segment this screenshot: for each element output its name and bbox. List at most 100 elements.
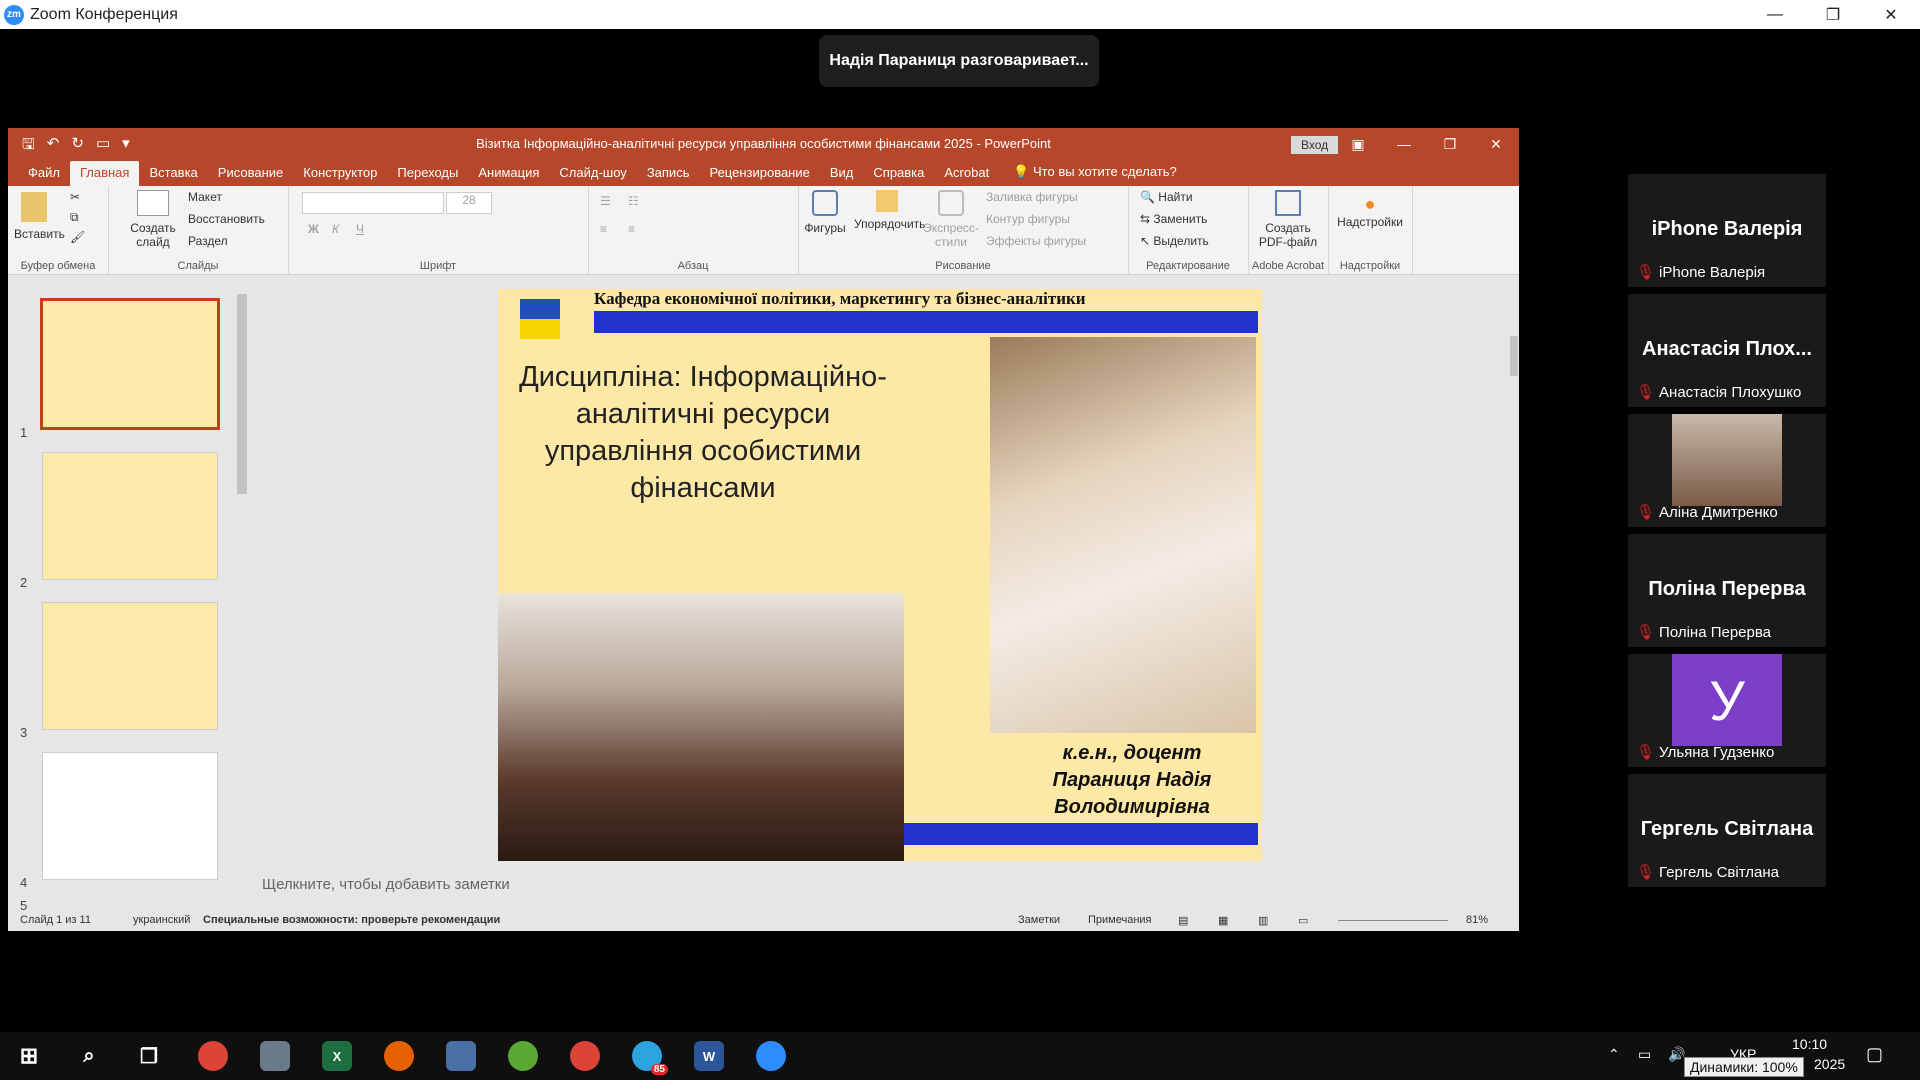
tab-transitions[interactable]: Переходы xyxy=(387,161,468,186)
paste-button[interactable]: Вставить xyxy=(14,192,65,241)
bullets-icon[interactable]: ☰ xyxy=(600,194,611,208)
windows-start-icon[interactable]: ⊞ xyxy=(14,1041,44,1071)
slide-caption: к.е.н., доцент Параниця Надія Володимирі… xyxy=(1052,742,1212,818)
tab-acrobat[interactable]: Acrobat xyxy=(934,161,999,186)
thumb-number: 3 xyxy=(20,725,28,740)
tab-help[interactable]: Справка xyxy=(863,161,934,186)
participant-tile[interactable]: 🎙 Аліна Дмитренко xyxy=(1628,414,1826,527)
notes-placeholder[interactable]: Щелкните, чтобы добавить заметки xyxy=(262,876,510,893)
tab-home[interactable]: Главная xyxy=(69,161,140,186)
participant-tile[interactable]: Анастасія Плох... 🎙 Анастасія Плохушко xyxy=(1628,294,1826,407)
slideshow-icon[interactable]: ▭ xyxy=(1298,914,1308,927)
search-icon[interactable]: ⌕ xyxy=(74,1041,104,1071)
decorative-wave-bottom xyxy=(904,823,1258,845)
reading-view-icon[interactable]: ▥ xyxy=(1258,914,1268,927)
replace-button[interactable]: ⇆ Заменить xyxy=(1140,212,1207,226)
shape-effects-button[interactable]: Эффекты фигуры xyxy=(986,234,1086,248)
slide-thumbnail-2[interactable] xyxy=(42,452,218,580)
copy-icon[interactable]: ⧉ xyxy=(70,210,79,225)
clock-year[interactable]: 2025 xyxy=(1814,1056,1845,1072)
torrent-icon[interactable] xyxy=(508,1041,538,1071)
section-button[interactable]: Раздел xyxy=(188,234,228,248)
participant-tile[interactable]: iPhone Валерія 🎙 iPhone Валерія xyxy=(1628,174,1826,287)
tray-chevron-icon[interactable]: ⌃ xyxy=(1608,1046,1620,1063)
slide-sorter-icon[interactable]: ▦ xyxy=(1218,914,1228,927)
restore-button[interactable]: ❐ xyxy=(1804,0,1862,29)
word-icon[interactable]: W xyxy=(694,1041,724,1071)
font-name-box[interactable] xyxy=(302,192,444,214)
tab-slideshow[interactable]: Слайд-шоу xyxy=(549,161,636,186)
bold-button[interactable]: Ж xyxy=(308,222,319,236)
zoom-slider[interactable] xyxy=(1338,920,1448,921)
slide-thumbnail-4[interactable] xyxy=(42,752,218,880)
select-button[interactable]: ↖ Выделить xyxy=(1140,234,1209,248)
numbering-icon[interactable]: ☷ xyxy=(628,194,639,208)
comments-toggle[interactable]: Примечания xyxy=(1088,914,1152,926)
battery-icon[interactable]: ▭ xyxy=(1638,1046,1651,1063)
notes-toggle[interactable]: Заметки xyxy=(1018,914,1060,926)
minimize-button[interactable]: — xyxy=(1746,0,1804,29)
font-size-box[interactable]: 28 xyxy=(446,192,492,214)
language-indicator[interactable]: украинский xyxy=(133,914,190,926)
zoom-taskbar-icon[interactable] xyxy=(756,1041,786,1071)
signin-button[interactable]: Вход xyxy=(1291,136,1339,154)
format-painter-icon[interactable]: 🖌 xyxy=(70,230,85,244)
shape-fill-button[interactable]: Заливка фигуры xyxy=(986,190,1078,204)
tab-draw[interactable]: Рисование xyxy=(208,161,293,186)
align-left-icon[interactable]: ≡ xyxy=(600,222,607,236)
new-slide-button[interactable]: Создать слайд xyxy=(128,190,178,249)
tab-review[interactable]: Рецензирование xyxy=(699,161,819,186)
addins-button[interactable]: ● Надстройки xyxy=(1332,194,1408,229)
tab-record[interactable]: Запись xyxy=(637,161,700,186)
quick-styles-button[interactable]: Экспресс-стили xyxy=(922,190,980,249)
arrange-button[interactable]: Упорядочить xyxy=(854,190,925,231)
cut-icon[interactable]: ✂ xyxy=(70,190,80,204)
chrome-icon[interactable] xyxy=(198,1041,228,1071)
tab-file[interactable]: Файл xyxy=(18,161,70,186)
quick-styles-icon xyxy=(938,190,964,216)
task-view-icon[interactable]: ❐ xyxy=(134,1041,164,1071)
italic-button[interactable]: К xyxy=(332,222,339,236)
slide-thumbnail-3[interactable] xyxy=(42,602,218,730)
participant-tile[interactable]: У 🎙 Ульяна Гудзенко xyxy=(1628,654,1826,767)
tab-insert[interactable]: Вставка xyxy=(139,161,207,186)
close-button[interactable]: ✕ xyxy=(1862,0,1920,29)
tell-me-search[interactable]: 💡 Что вы хотите сделать? xyxy=(999,160,1187,186)
ppt-restore-button[interactable]: ❐ xyxy=(1427,128,1473,160)
ppt-minimize-button[interactable]: — xyxy=(1381,128,1427,160)
chrome-profile-icon[interactable] xyxy=(570,1041,600,1071)
tab-design[interactable]: Конструктор xyxy=(293,161,387,186)
layout-button[interactable]: Макет xyxy=(188,190,222,204)
reset-button[interactable]: Восстановить xyxy=(188,212,265,226)
notifications-icon[interactable]: ▢ xyxy=(1866,1044,1883,1065)
thumbnails-scrollbar[interactable] xyxy=(237,276,251,896)
app-icon[interactable] xyxy=(260,1041,290,1071)
create-pdf-button[interactable]: Создать PDF-файл xyxy=(1252,190,1324,249)
ribbon-display-icon[interactable]: ▣ xyxy=(1335,128,1381,160)
ppt-close-button[interactable]: ✕ xyxy=(1473,128,1519,160)
clock-time[interactable]: 10:10 xyxy=(1792,1036,1827,1052)
firefox-icon[interactable] xyxy=(384,1041,414,1071)
excel-icon[interactable]: X xyxy=(322,1041,352,1071)
participant-tile[interactable]: Поліна Перерва 🎙 Поліна Перерва xyxy=(1628,534,1826,647)
underline-button[interactable]: Ч xyxy=(356,222,364,236)
align-center-icon[interactable]: ≡ xyxy=(628,222,635,236)
shapes-button[interactable]: Фигуры xyxy=(802,190,848,235)
document-app-icon[interactable] xyxy=(446,1041,476,1071)
normal-view-icon[interactable]: ▤ xyxy=(1178,914,1188,927)
group-font: 28 Ж К Ч Шрифт xyxy=(288,186,589,274)
slide-scrollbar[interactable] xyxy=(1510,276,1519,836)
search-icon: 🔍 xyxy=(1140,190,1155,204)
tab-animations[interactable]: Анимация xyxy=(468,161,549,186)
slide-canvas[interactable]: Кафедра економічної політики, маркетингу… xyxy=(498,289,1262,861)
slide-thumbnail-1[interactable] xyxy=(40,298,220,430)
windows-taskbar: ⊞ ⌕ ❐ X 85 W ⌃ ▭ 🔊 УКР 10:10 2025 ▢ xyxy=(0,1032,1920,1080)
find-button[interactable]: 🔍 Найти xyxy=(1140,190,1193,204)
shape-outline-button[interactable]: Контур фигуры xyxy=(986,212,1070,226)
speaker-icon[interactable]: 🔊 xyxy=(1668,1046,1685,1063)
zoom-level[interactable]: 81% xyxy=(1466,914,1488,926)
telegram-icon[interactable]: 85 xyxy=(632,1041,668,1075)
tab-view[interactable]: Вид xyxy=(820,161,864,186)
participant-tile[interactable]: Гергель Світлана 🎙 Гергель Світлана xyxy=(1628,774,1826,887)
accessibility-status[interactable]: Специальные возможности: проверьте реком… xyxy=(203,914,500,926)
